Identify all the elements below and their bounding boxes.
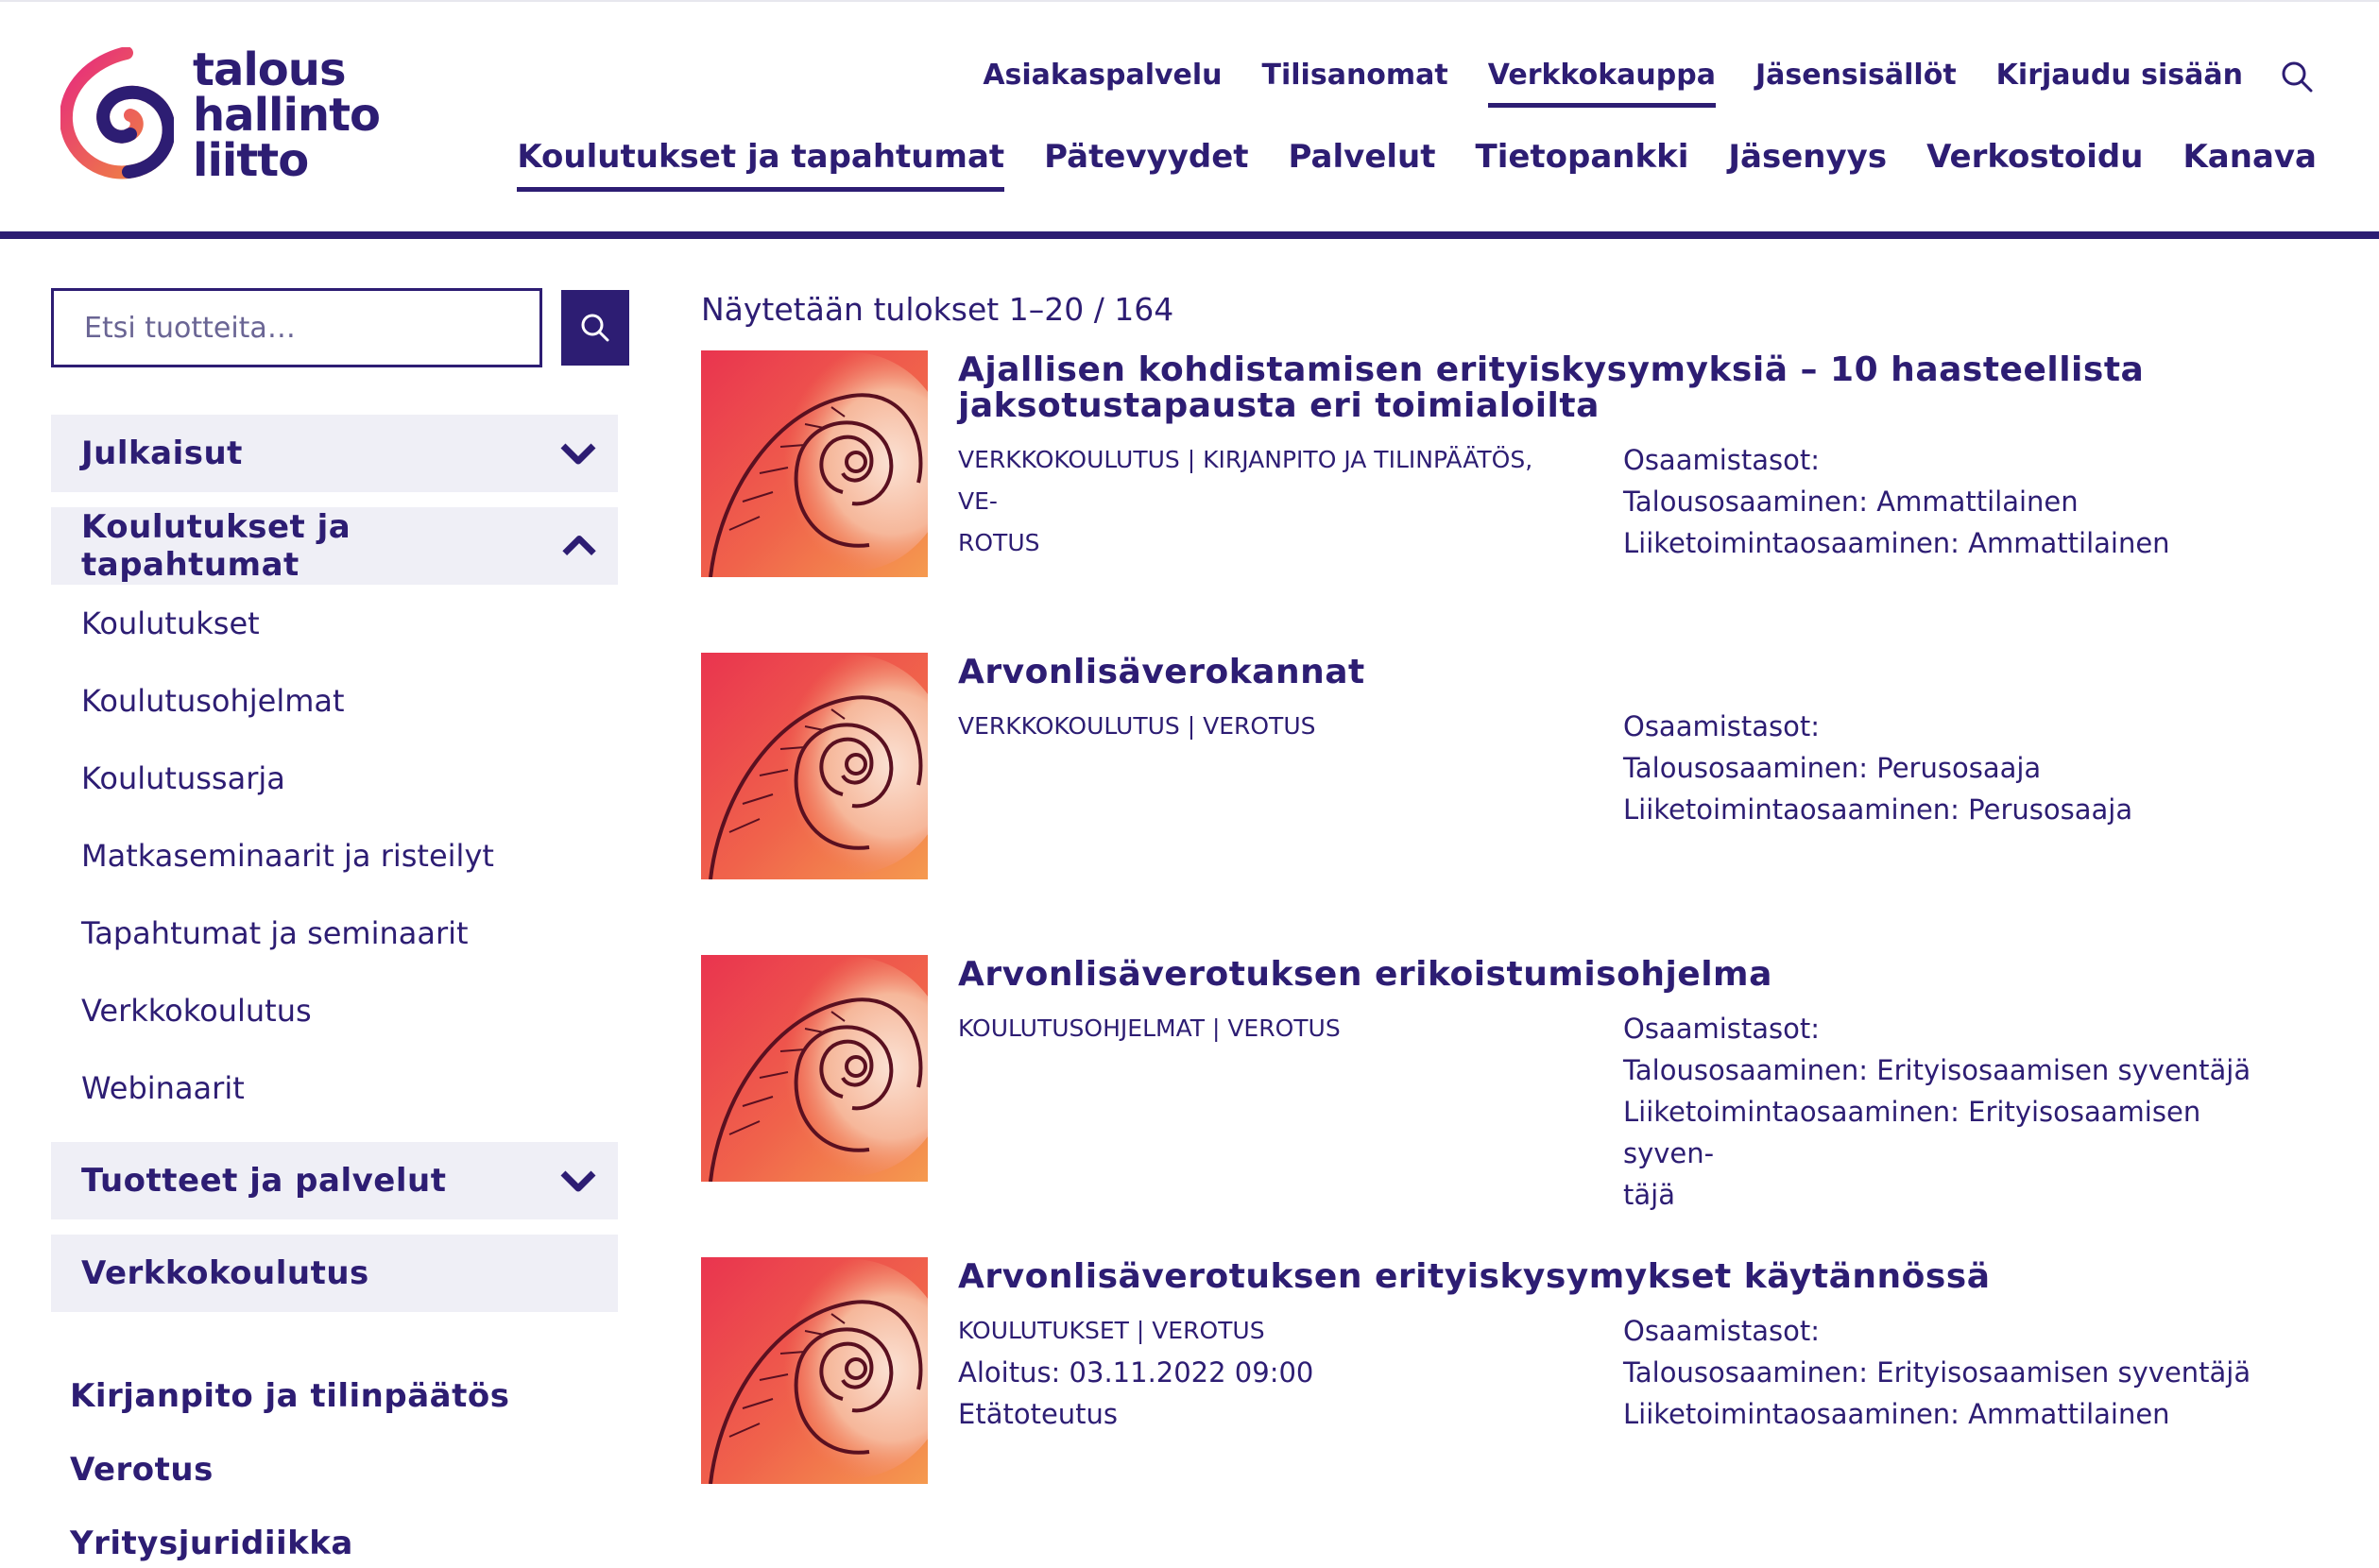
utility-nav: Asiakaspalvelu Tilisanomat Verkkokauppa … xyxy=(943,59,2313,108)
logo-line: hallinto xyxy=(193,89,381,142)
main-nav: Koulutukset ja tapahtumat Pätevyydet Pal… xyxy=(477,138,2317,192)
product-levels: Osaamistasot: Talousosaaminen: Erityisos… xyxy=(1623,1008,2285,1216)
product-delivery-mode: Etätoteutus xyxy=(958,1398,1119,1430)
product-card: Arvonlisäverotuksen erityiskysymykset kä… xyxy=(701,1257,2326,1559)
submenu-item[interactable]: Matkaseminaarit ja risteilyt xyxy=(51,817,629,895)
level-line: Talousosaaminen: Erityisosaamisen syvent… xyxy=(1623,1054,2251,1086)
accordion-label: Koulutukset ja tapahtumat xyxy=(81,508,351,584)
product-thumbnail[interactable] xyxy=(701,1257,928,1484)
submenu-item[interactable]: Tapahtumat ja seminaarit xyxy=(51,895,629,972)
results-count: Näytetään tulokset 1–20 / 164 xyxy=(701,291,1174,328)
logo-line: liitto xyxy=(193,134,309,187)
level-line: Talousosaaminen: Erityisosaamisen syvent… xyxy=(1623,1356,2251,1389)
category-accordion: Julkaisut Koulutukset ja tapahtumat Koul… xyxy=(51,415,629,1312)
main-nav-trainings[interactable]: Koulutukset ja tapahtumat xyxy=(517,138,1005,192)
product-category-line: KOULUTUKSET | VEROTUS xyxy=(958,1317,1265,1344)
product-categories: KOULUTUKSET | VEROTUS Aloitus: 03.11.202… xyxy=(958,1310,1563,1435)
topic-link-taxation[interactable]: Verotus xyxy=(51,1433,629,1507)
site-header: talous hallinto liitto Asiakaspalvelu Ti… xyxy=(0,0,2379,239)
accordion-trainings[interactable]: Koulutukset ja tapahtumat xyxy=(51,507,618,585)
product-category-line: VERKKOKOULUTUS | VEROTUS xyxy=(958,712,1316,740)
header-divider xyxy=(0,231,2379,239)
product-start-date: Aloitus: 03.11.2022 09:00 xyxy=(958,1356,1314,1389)
product-levels: Osaamistasot: Talousosaaminen: Perusosaa… xyxy=(1623,706,2285,830)
submenu-item[interactable]: Koulutukset xyxy=(51,585,629,662)
product-levels: Osaamistasot: Talousosaaminen: Erityisos… xyxy=(1623,1310,2285,1435)
product-title[interactable]: Arvonlisäverokannat xyxy=(958,655,2319,690)
levels-label: Osaamistasot: xyxy=(1623,444,1821,476)
topic-link-corporate-law[interactable]: Yritysjuridiikka xyxy=(51,1507,629,1568)
top-nav-tilisanomat[interactable]: Tilisanomat xyxy=(1262,59,1448,108)
main-nav-qualifications[interactable]: Pätevyydet xyxy=(1044,138,1248,192)
accordion-products[interactable]: Tuotteet ja palvelut xyxy=(51,1142,618,1219)
product-levels: Osaamistasot: Talousosaaminen: Ammattila… xyxy=(1623,439,2285,564)
product-thumbnail[interactable] xyxy=(701,350,928,577)
product-categories: VERKKOKOULUTUS | KIRJANPITO JA TILINPÄÄT… xyxy=(958,439,1563,564)
top-nav-login[interactable]: Kirjaudu sisään xyxy=(1996,59,2243,108)
main-nav-membership[interactable]: Jäsenyys xyxy=(1728,138,1887,192)
submenu-item[interactable]: Webinaarit xyxy=(51,1049,629,1127)
product-category-line: ROTUS xyxy=(958,529,1040,556)
main-nav-services[interactable]: Palvelut xyxy=(1289,138,1436,192)
accordion-label: Tuotteet ja palvelut xyxy=(81,1162,447,1200)
level-line: Liiketoimintaosaaminen: Erityisosaamisen… xyxy=(1623,1096,2201,1169)
product-title[interactable]: Ajallisen kohdistamisen erityiskysymyksi… xyxy=(958,352,2319,424)
product-title[interactable]: Arvonlisäverotuksen erikoistumisohjelma xyxy=(958,957,2319,993)
levels-label: Osaamistasot: xyxy=(1623,1315,1821,1347)
top-nav-member-content[interactable]: Jäsensisällöt xyxy=(1755,59,1957,108)
product-categories: VERKKOKOULUTUS | VEROTUS xyxy=(958,706,1563,747)
product-search-button[interactable] xyxy=(561,290,629,366)
product-thumbnail[interactable] xyxy=(701,955,928,1182)
accordion-publications[interactable]: Julkaisut xyxy=(51,415,618,492)
product-results: Näytetään tulokset 1–20 / 164 Ajallisen … xyxy=(701,288,2326,1559)
level-line: Talousosaaminen: Perusosaaja xyxy=(1623,752,2042,784)
accordion-label: Julkaisut xyxy=(81,435,243,472)
levels-label: Osaamistasot: xyxy=(1623,710,1821,742)
main-nav-network[interactable]: Verkostoidu xyxy=(1926,138,2143,192)
site-logo[interactable]: talous hallinto liitto xyxy=(59,43,382,189)
accordion-label: Verkkokoulutus xyxy=(81,1254,369,1292)
product-search-input[interactable] xyxy=(51,288,542,367)
product-title[interactable]: Arvonlisäverotuksen erityiskysymykset kä… xyxy=(958,1259,2319,1295)
submenu-item[interactable]: Verkkokoulutus xyxy=(51,972,629,1049)
chevron-down-icon xyxy=(560,443,596,465)
chevron-down-icon xyxy=(560,1170,596,1192)
product-sidebar: Julkaisut Koulutukset ja tapahtumat Koul… xyxy=(51,288,629,1568)
product-card: Arvonlisäverokannat VERKKOKOULUTUS | VER… xyxy=(701,653,2326,955)
main-nav-knowledge-bank[interactable]: Tietopankki xyxy=(1476,138,1689,192)
logo-wordmark: talous hallinto liitto xyxy=(193,43,381,187)
level-line: täjä xyxy=(1623,1179,1675,1211)
topic-links: Kirjanpito ja tilinpäätös Verotus Yritys… xyxy=(51,1359,629,1568)
level-line: Liiketoimintaosaaminen: Perusosaaja xyxy=(1623,793,2133,826)
level-line: Liiketoimintaosaaminen: Ammattilainen xyxy=(1623,1398,2170,1430)
product-card: Ajallisen kohdistamisen erityiskysymyksi… xyxy=(701,350,2326,653)
chevron-up-icon xyxy=(562,535,596,556)
search-icon xyxy=(581,314,609,342)
product-thumbnail[interactable] xyxy=(701,653,928,879)
levels-label: Osaamistasot: xyxy=(1623,1013,1821,1045)
product-card: Arvonlisäverotuksen erikoistumisohjelma … xyxy=(701,955,2326,1257)
spiral-logo-icon xyxy=(59,46,176,179)
product-category-line: KOULUTUSOHJELMAT | VEROTUS xyxy=(958,1014,1341,1042)
product-search xyxy=(51,288,629,367)
topic-link-accounting[interactable]: Kirjanpito ja tilinpäätös xyxy=(51,1359,629,1433)
trainings-submenu: Koulutukset Koulutusohjelmat Koulutussar… xyxy=(51,585,629,1127)
level-line: Liiketoimintaosaaminen: Ammattilainen xyxy=(1623,527,2170,559)
level-line: Talousosaaminen: Ammattilainen xyxy=(1623,486,2079,518)
submenu-item[interactable]: Koulutusohjelmat xyxy=(51,662,629,740)
product-categories: KOULUTUSOHJELMAT | VEROTUS xyxy=(958,1008,1563,1049)
top-nav-shop[interactable]: Verkkokauppa xyxy=(1487,59,1716,108)
main-nav-channel[interactable]: Kanava xyxy=(2182,138,2317,192)
product-category-line: VERKKOKOULUTUS | KIRJANPITO JA TILINPÄÄT… xyxy=(958,446,1533,515)
accordion-online-training[interactable]: Verkkokoulutus xyxy=(51,1235,618,1312)
submenu-item[interactable]: Koulutussarja xyxy=(51,740,629,817)
search-icon[interactable] xyxy=(2281,60,2313,93)
top-nav-customer-service[interactable]: Asiakaspalvelu xyxy=(983,59,1222,108)
logo-line: talous xyxy=(193,43,347,96)
